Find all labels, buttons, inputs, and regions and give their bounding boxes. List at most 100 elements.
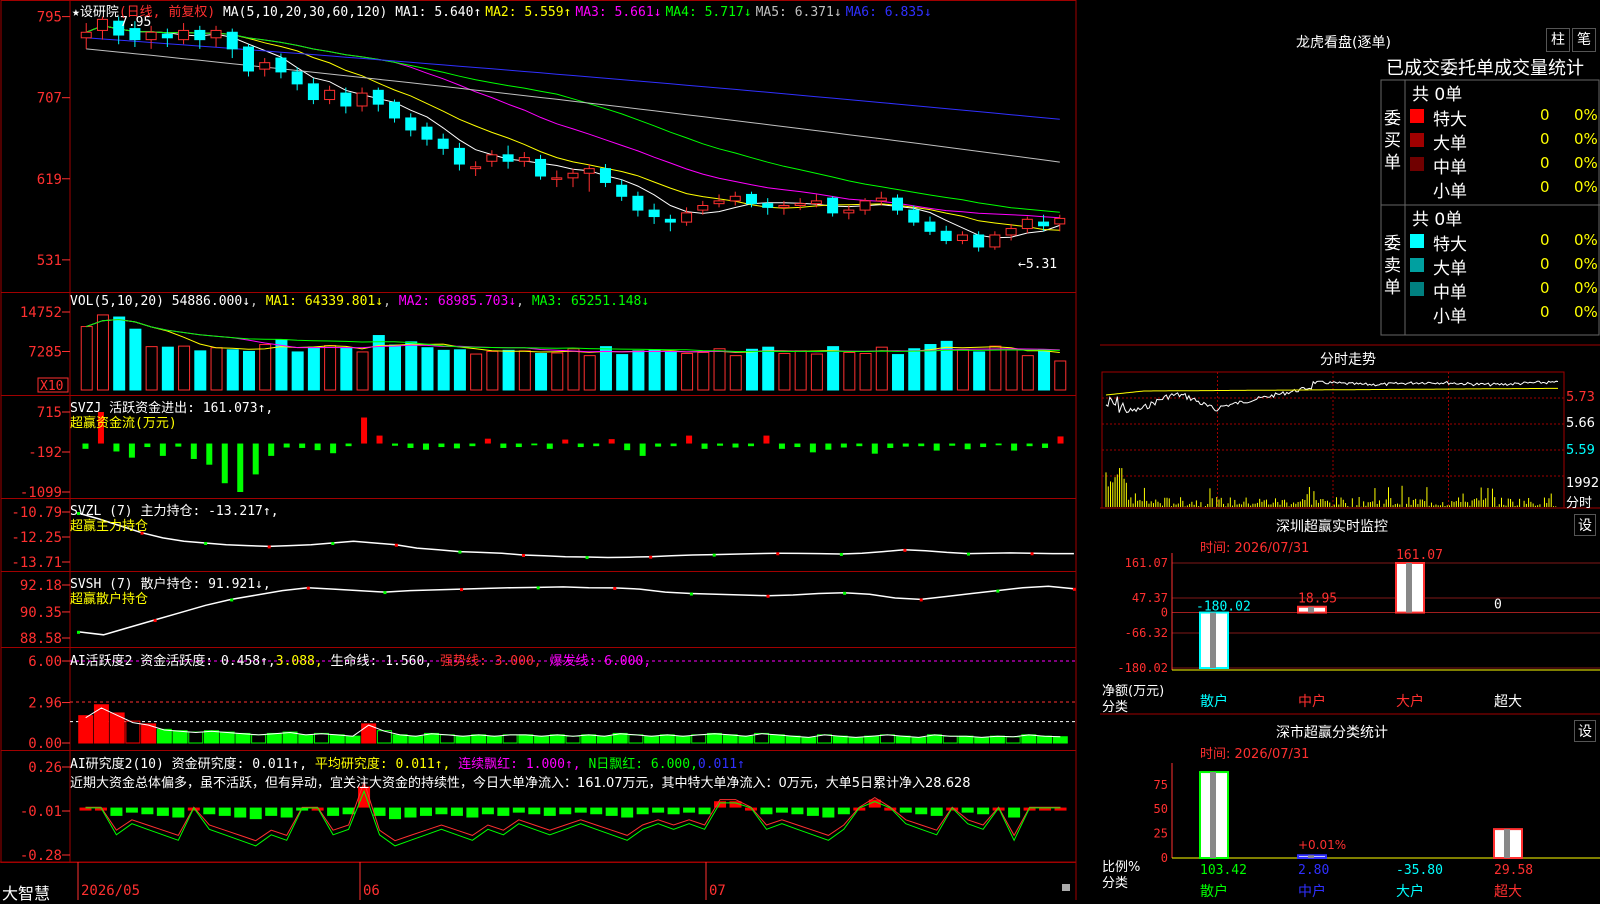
ai1-bar (832, 735, 848, 744)
svzl-dot (649, 555, 653, 559)
ai1-bar (534, 735, 550, 744)
flow-bar (794, 443, 801, 448)
stroke-mode-button[interactable]: 笔 (1572, 28, 1596, 52)
vol-bar (210, 347, 223, 391)
monitor-settings-button[interactable]: 设 (1574, 514, 1596, 536)
date-label-0: 2026/05 (81, 883, 140, 899)
vol-bar (340, 347, 353, 391)
vol-bar (892, 354, 905, 391)
candle-body (908, 209, 920, 223)
candle-body (242, 46, 254, 72)
candle-body (1021, 218, 1033, 230)
svsh-dot (613, 586, 617, 590)
ai2-bar (172, 807, 185, 818)
candle-body (778, 205, 790, 208)
candle-body (843, 209, 855, 214)
vol-bar (356, 351, 369, 391)
svzl-dot (776, 552, 780, 556)
candle-body (1005, 228, 1017, 236)
flow-bar (980, 443, 987, 448)
vol-bar (421, 347, 434, 391)
vol-title: VOL(5,10,20) (70, 294, 164, 309)
flow-bar (995, 443, 1002, 446)
svsh-tick-0: 92.18 (20, 578, 62, 594)
monitor-cat-1: 中户 (1298, 693, 1326, 710)
candle-body (356, 92, 368, 107)
ai1-bar (1052, 736, 1068, 744)
ai2-bar (652, 807, 665, 813)
classify-settings-button[interactable]: 设 (1574, 720, 1596, 742)
flow-bar (778, 443, 785, 449)
ai2-bar (265, 807, 278, 816)
ai2-bar (389, 807, 402, 820)
candle-body (372, 89, 384, 105)
brand-logo[interactable]: 大智慧 (2, 880, 50, 904)
bar-mode-button[interactable]: 柱 (1546, 28, 1570, 52)
period-label[interactable]: (日线, 前复权) (119, 5, 215, 20)
vol-bar (713, 348, 726, 391)
ai2-bar (760, 807, 773, 815)
flow-bar (1026, 443, 1033, 447)
flow-bar (82, 443, 89, 449)
sell-row-name-1: 大单 (1433, 259, 1467, 279)
classify-tick-1: 50 (1154, 802, 1168, 816)
ai2-bar (373, 807, 386, 816)
vol-bar (648, 349, 661, 391)
flow-bar (964, 443, 971, 450)
ai1-title: AI活跃度2 资金活跃度: 0.458↑, (70, 654, 276, 669)
vol-bar (161, 346, 174, 391)
ai1-bar (691, 734, 707, 744)
monitor-tick-0: 161.07 (1125, 556, 1168, 570)
candle-body (486, 154, 498, 162)
sell-row-name-2: 中单 (1433, 283, 1467, 303)
stock-name[interactable]: 设研院 (80, 5, 119, 20)
monitor-cat-2: 大户 (1396, 693, 1424, 710)
svzj-subtitle: 超赢资金流(万元) (70, 416, 177, 431)
vol-bar (762, 346, 775, 391)
svzl-subtitle: 超赢主力持仓 (70, 519, 149, 534)
ai1-tick-1: 2.96 (28, 696, 62, 712)
monitor-title: 深圳超赢实时监控 (1276, 519, 1388, 535)
flow-bar (113, 443, 120, 452)
monitor-cat-3: 超大 (1494, 694, 1522, 710)
sell-side-label: 委卖单 (1384, 234, 1401, 298)
net-cat-label: 分类 (1102, 700, 1129, 715)
ma-label: MA(5,10,20,30,60,120) (222, 5, 388, 20)
ai2-bar (466, 807, 479, 818)
vol-bar (453, 349, 466, 391)
classify-tick-3: 0 (1161, 851, 1168, 865)
candle-body (96, 18, 108, 31)
svzl-dot (331, 541, 335, 545)
date-label-1: 06 (363, 883, 380, 899)
svzj-tick-2: -1099 (20, 485, 62, 501)
kline-area[interactable]: 795 707 619 531 7.95 ←5.31 14752 7285 X10 715 -192… (0, 0, 1100, 903)
ai2-bar (450, 807, 463, 816)
ai1-bar (471, 734, 487, 744)
flow-bar (422, 443, 429, 450)
flow-bar (624, 443, 631, 451)
ai2-bar (156, 807, 169, 816)
ai2-tick-1: -0.01 (20, 804, 62, 820)
ai1-v3: 生命线: 1.560, (330, 654, 433, 669)
candle-body (940, 230, 952, 242)
ai1-bar (659, 734, 675, 744)
intraday-tick-2: 5.66 (1566, 416, 1595, 431)
svsh-dot (77, 630, 80, 634)
ai1-bar (203, 730, 219, 744)
buy-row-count-3: 0 (1540, 178, 1550, 196)
flow-bar (918, 443, 925, 447)
flow-bar (159, 443, 166, 456)
classify-bar-shade-1 (1308, 855, 1314, 858)
flow-bar (330, 443, 337, 454)
ai2-bar (528, 807, 541, 815)
flow-bar (299, 443, 306, 448)
vol-ma3: MA3: 65251.148↓ (531, 294, 650, 309)
flow-bar (1057, 436, 1064, 444)
ai1-bar (455, 735, 471, 744)
candle-body (697, 205, 709, 211)
ai2-bar (590, 807, 603, 815)
buy-row-count-2: 0 (1540, 154, 1550, 172)
ai2-bar (141, 807, 154, 815)
svzl-dot (1030, 552, 1034, 556)
flow-bar (732, 443, 739, 448)
